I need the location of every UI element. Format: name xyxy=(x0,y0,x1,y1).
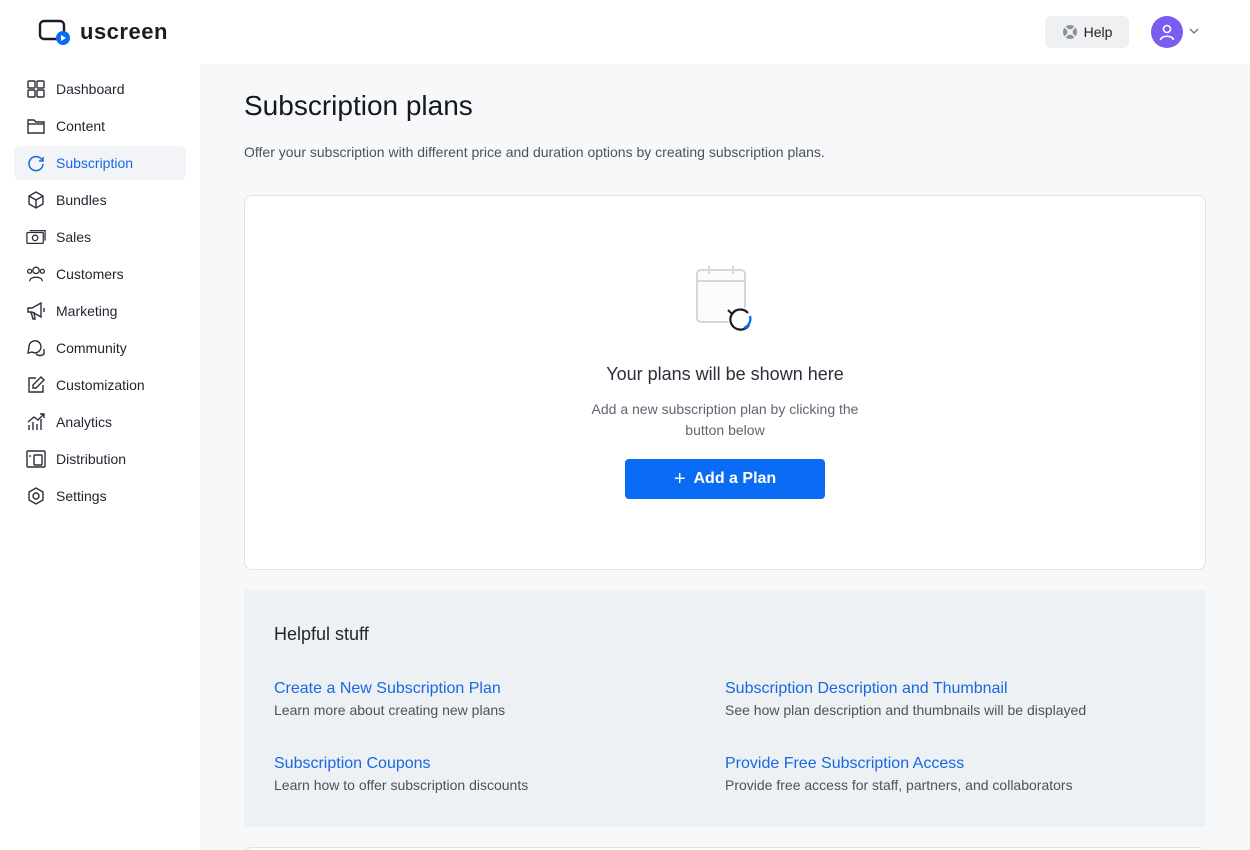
help-link-description: Learn how to offer subscription discount… xyxy=(274,777,529,793)
sidebar-item-label: Customers xyxy=(56,266,124,282)
sidebar-item-content[interactable]: Content xyxy=(14,109,186,143)
help-link[interactable]: Subscription Coupons xyxy=(274,755,714,773)
user-icon xyxy=(1159,24,1175,41)
help-link-item: Subscription Description and Thumbnail S… xyxy=(725,680,1165,718)
help-link[interactable]: Subscription Description and Thumbnail xyxy=(725,680,1165,698)
sidebar-item-label: Sales xyxy=(56,229,92,245)
sidebar-item-subscription[interactable]: Subscription xyxy=(14,146,186,180)
page-description: Offer your subscription with different p… xyxy=(244,144,825,160)
sidebar-item-label: Analytics xyxy=(56,414,113,430)
lifebuoy-icon xyxy=(1062,25,1077,39)
help-link[interactable]: Create a New Subscription Plan xyxy=(274,680,714,698)
sidebar-item-distribution[interactable]: Distribution xyxy=(14,442,186,476)
empty-state-title: Your plans will be shown here xyxy=(606,364,844,384)
help-link-description: See how plan description and thumbnails … xyxy=(725,702,1087,718)
help-link-description: Provide free access for staff, partners,… xyxy=(725,777,1073,793)
sidebar-item-label: Bundles xyxy=(56,192,107,208)
chart-icon xyxy=(26,412,46,432)
sidebar: Dashboard Content Subscription Bundles S… xyxy=(0,64,200,850)
money-icon xyxy=(26,227,46,247)
help-link-item: Subscription Coupons Learn how to offer … xyxy=(274,755,714,793)
avatar[interactable] xyxy=(1151,16,1183,48)
help-link-item: Create a New Subscription Plan Learn mor… xyxy=(274,680,714,718)
helpful-stuff-panel: Helpful stuff Create a New Subscription … xyxy=(244,590,1206,827)
sidebar-item-label: Settings xyxy=(56,488,107,504)
page-title: Subscription plans xyxy=(244,90,473,121)
dashboard-icon xyxy=(26,79,46,99)
empty-state-subtitle: Add a new subscription plan by clicking … xyxy=(591,401,859,438)
sidebar-item-customers[interactable]: Customers xyxy=(14,257,186,291)
help-link-description: Learn more about creating new plans xyxy=(274,702,506,718)
sidebar-item-label: Community xyxy=(56,340,127,356)
chat-icon xyxy=(26,338,46,358)
sidebar-item-bundles[interactable]: Bundles xyxy=(14,183,186,217)
help-link[interactable]: Provide Free Subscription Access xyxy=(725,755,1165,773)
main-content: Subscription plans Offer your subscripti… xyxy=(200,64,1250,850)
gear-icon xyxy=(26,486,46,506)
chevron-down-icon[interactable] xyxy=(1188,26,1200,36)
top-header: uscreen Help xyxy=(0,0,1250,64)
calendar-refresh-icon xyxy=(696,266,752,331)
helpful-title: Helpful stuff xyxy=(274,624,369,644)
users-icon xyxy=(26,264,46,284)
sidebar-item-label: Marketing xyxy=(56,303,118,319)
sidebar-item-analytics[interactable]: Analytics xyxy=(14,405,186,439)
uscreen-logo-icon xyxy=(38,19,70,45)
add-plan-label: Add a Plan xyxy=(693,470,777,487)
folder-icon xyxy=(26,116,46,136)
uscreen-logo[interactable]: uscreen xyxy=(38,18,168,46)
box-icon xyxy=(26,190,46,210)
help-label: Help xyxy=(1083,24,1113,40)
plans-empty-card: Your plans will be shown here Add a new … xyxy=(244,195,1206,570)
add-plan-button[interactable]: + Add a Plan xyxy=(625,459,825,499)
sidebar-item-settings[interactable]: Settings xyxy=(14,479,186,513)
help-link-item: Provide Free Subscription Access Provide… xyxy=(725,755,1165,793)
megaphone-icon xyxy=(26,301,46,321)
help-button[interactable]: Help xyxy=(1045,16,1129,48)
app-name: uscreen xyxy=(80,19,168,44)
plus-icon: + xyxy=(673,468,686,490)
sidebar-item-label: Dashboard xyxy=(56,81,125,97)
sidebar-item-label: Customization xyxy=(56,377,145,393)
sidebar-item-label: Subscription xyxy=(56,155,134,171)
subscription-icon xyxy=(26,153,46,173)
edit-icon xyxy=(26,375,46,395)
sidebar-item-sales[interactable]: Sales xyxy=(14,220,186,254)
sidebar-item-label: Distribution xyxy=(56,451,127,467)
sidebar-item-label: Content xyxy=(56,118,106,134)
sidebar-item-community[interactable]: Community xyxy=(14,331,186,365)
sidebar-item-dashboard[interactable]: Dashboard xyxy=(14,72,186,106)
devices-icon xyxy=(26,449,46,469)
sidebar-item-marketing[interactable]: Marketing xyxy=(14,294,186,328)
sidebar-item-customization[interactable]: Customization xyxy=(14,368,186,402)
